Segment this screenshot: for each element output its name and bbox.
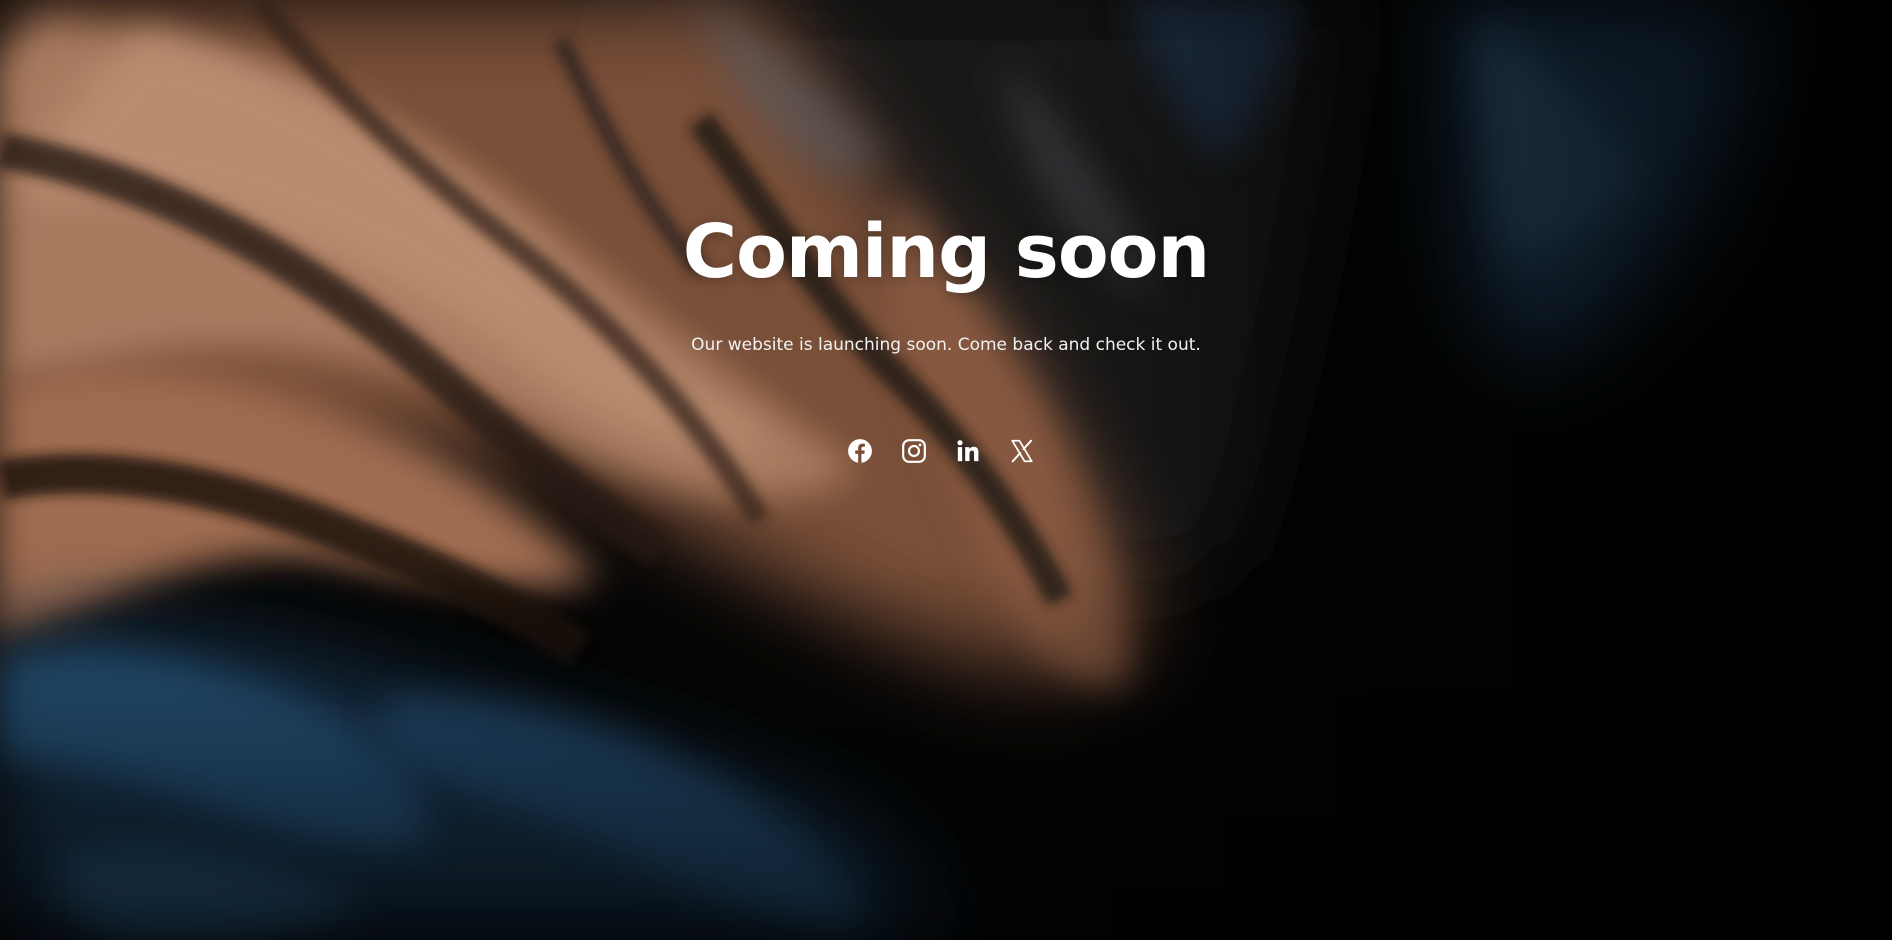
instagram-icon (902, 439, 926, 463)
social-link-facebook[interactable] (846, 437, 874, 465)
page-subtitle: Our website is launching soon. Come back… (691, 335, 1201, 355)
social-link-instagram[interactable] (900, 437, 928, 465)
hero-section: Coming soon Our website is launching soo… (0, 0, 1892, 940)
x-icon (1011, 439, 1033, 463)
social-link-x[interactable] (1008, 437, 1036, 465)
social-links (846, 437, 1036, 465)
facebook-icon (848, 439, 872, 463)
page-title: Coming soon (682, 209, 1210, 295)
coming-soon-page: Coming soon Our website is launching soo… (0, 0, 1892, 940)
social-link-linkedin[interactable] (954, 437, 982, 465)
linkedin-icon (957, 440, 979, 462)
